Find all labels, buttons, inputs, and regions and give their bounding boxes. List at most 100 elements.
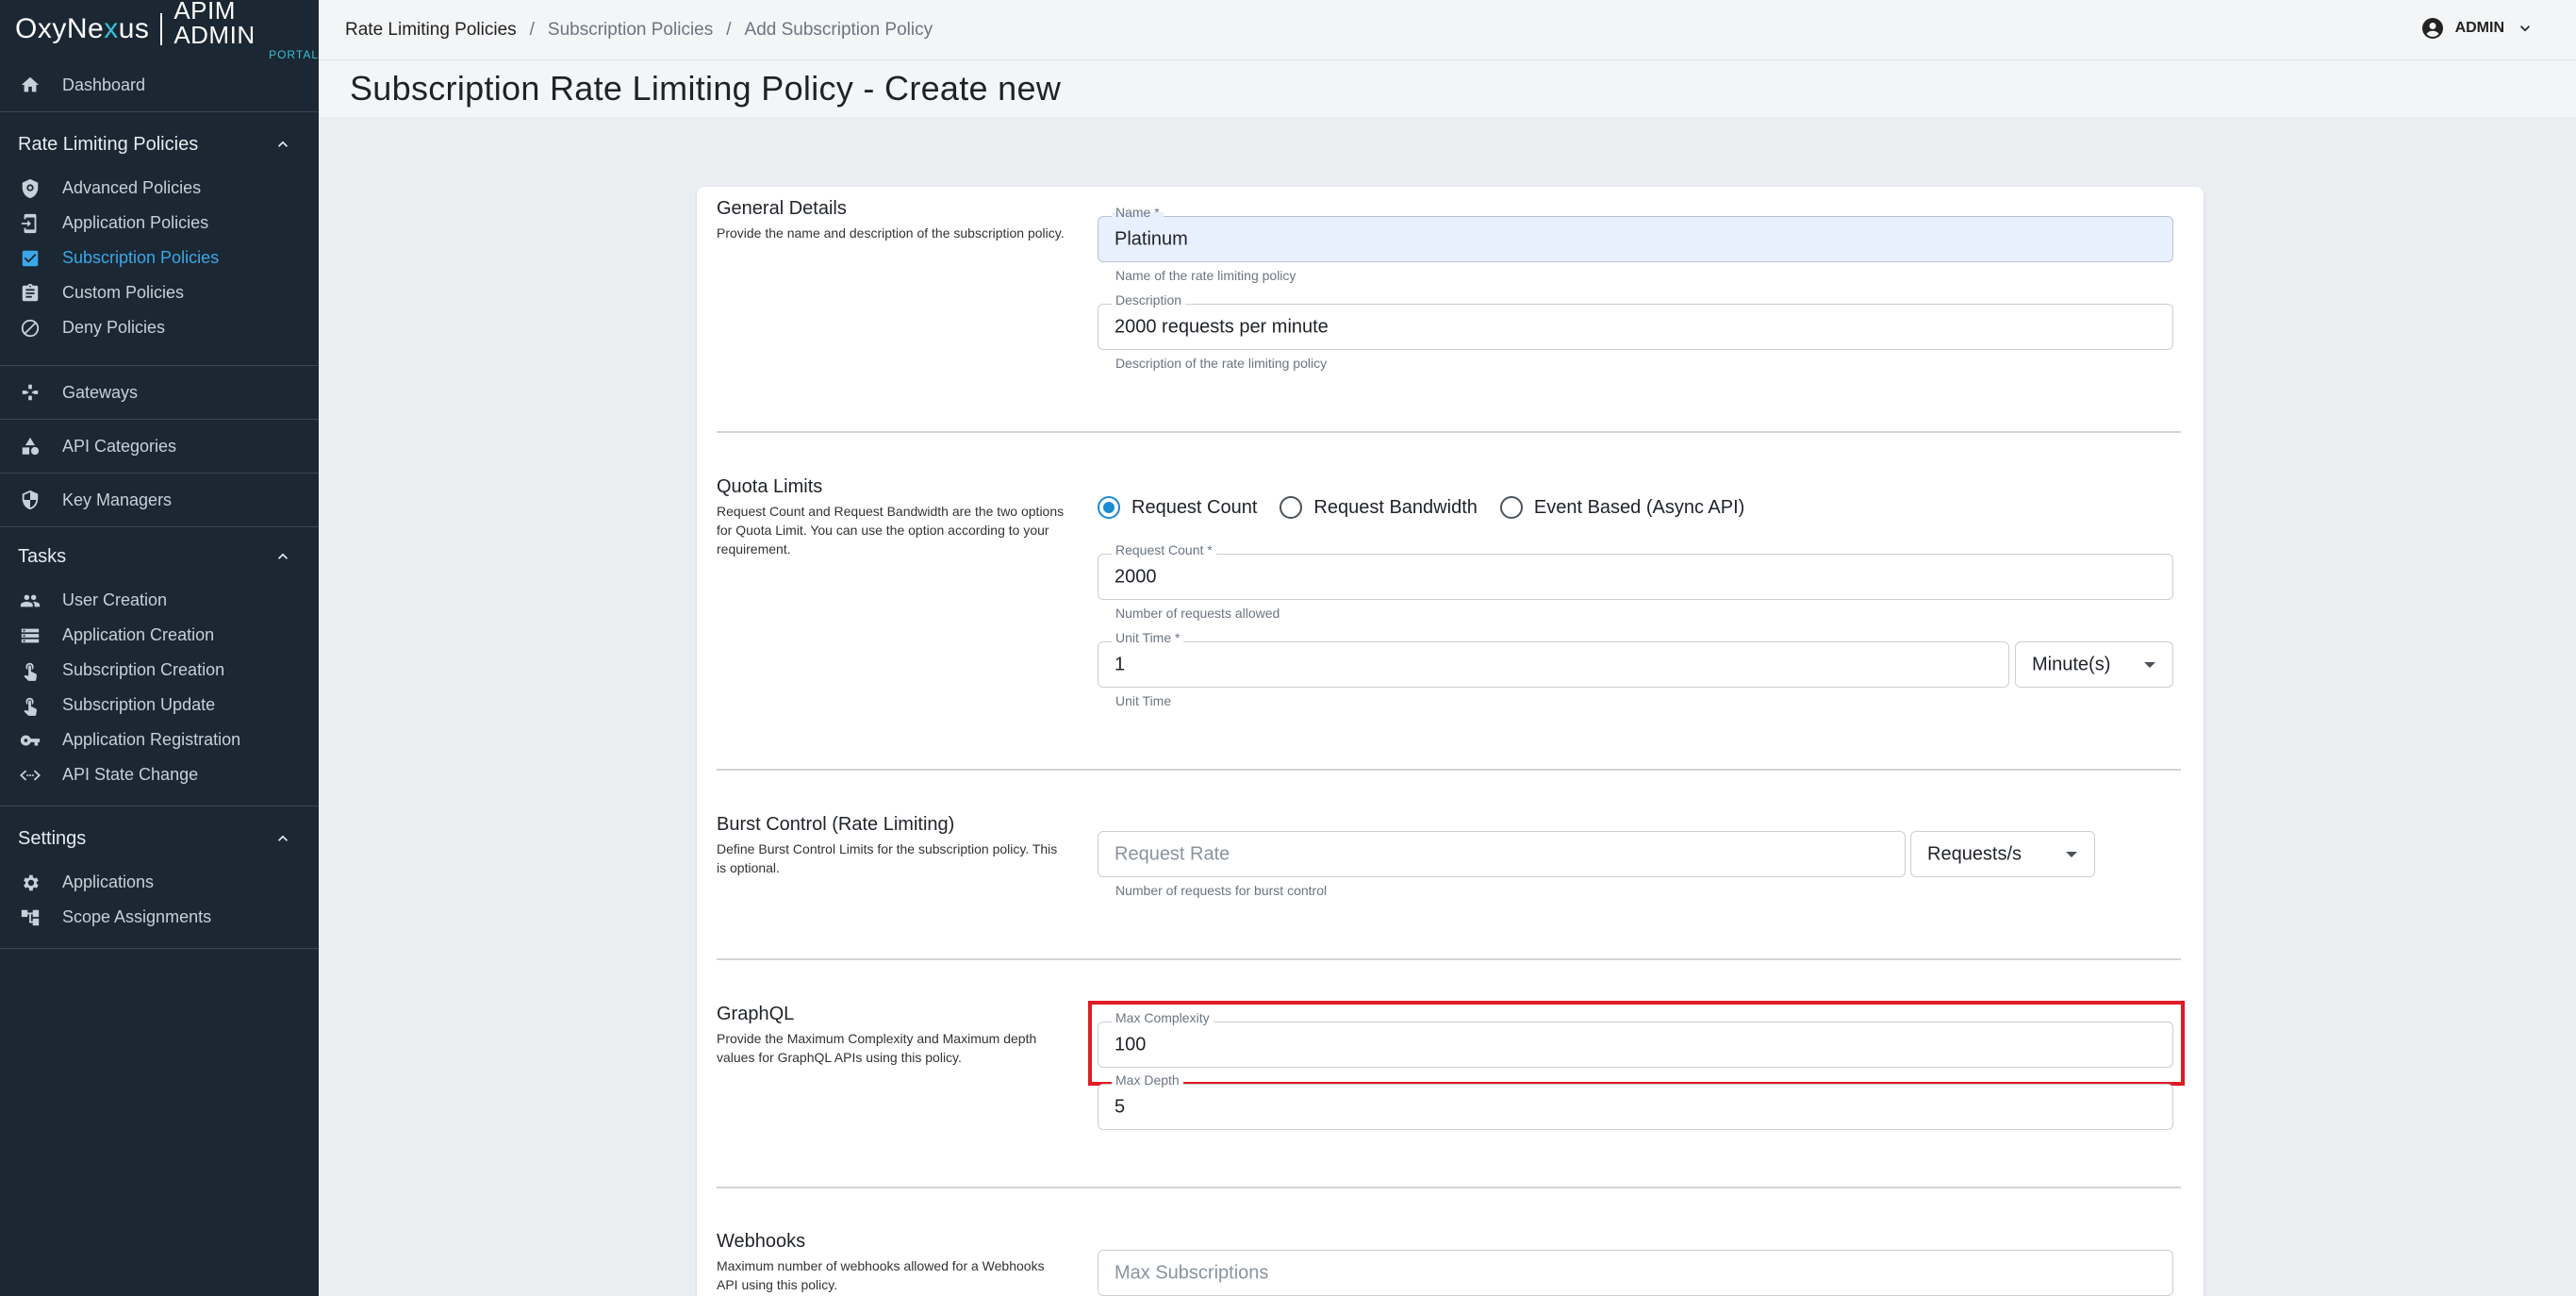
unit-time-helper: Unit Time: [1115, 693, 1172, 708]
chevron-up-icon: [278, 835, 288, 841]
user-menu[interactable]: ADMIN: [2421, 17, 2535, 40]
sidebar-item-api-state-change[interactable]: API State Change: [0, 757, 319, 792]
request-count-field[interactable]: Request Count * 2000: [1098, 542, 2173, 600]
key-icon: [19, 729, 41, 752]
name-value: Platinum: [1115, 228, 1188, 249]
unit-time-select-value: Minute(s): [2032, 654, 2111, 674]
people-icon: [19, 590, 41, 612]
radio-request-count[interactable]: Request Count: [1098, 496, 1257, 519]
max-complexity-label: Max Complexity: [1112, 1010, 1214, 1025]
max-depth-value: 5: [1115, 1096, 1126, 1117]
sidebar-item-advanced-policies[interactable]: Advanced Policies: [0, 171, 319, 206]
request-rate-placeholder: Request Rate: [1115, 843, 1230, 864]
checkbox-icon: [19, 247, 41, 270]
unit-time-field[interactable]: Unit Time * 1: [1098, 630, 2009, 688]
request-count-label: Request Count *: [1112, 542, 1216, 557]
chevron-up-icon: [278, 553, 288, 559]
description-label: Description: [1112, 292, 1186, 307]
sidebar-item-subscription-creation[interactable]: Subscription Creation: [0, 653, 319, 688]
shield-settings-icon: [19, 177, 41, 200]
gear-icon: [19, 872, 41, 894]
breadcrumb-add-subscription-policy: Add Subscription Policy: [744, 19, 933, 40]
breadcrumb: Rate Limiting Policies / Subscription Po…: [345, 20, 933, 41]
sidebar-item-label: Dashboard: [62, 75, 146, 94]
general-details-title: General Details: [717, 198, 847, 219]
request-rate-field[interactable]: Request Rate: [1098, 831, 1906, 877]
touch-icon: [19, 694, 41, 717]
request-rate-unit-select[interactable]: Requests/s: [1910, 831, 2095, 877]
description-helper: Description of the rate limiting policy: [1115, 356, 1328, 371]
brand-logo[interactable]: OxyNexus APIM ADMIN PORTAL: [0, 0, 319, 61]
section-divider: [717, 958, 2181, 960]
max-complexity-value: 100: [1115, 1034, 1147, 1055]
chevron-down-icon: [2520, 25, 2530, 32]
webhooks-title: Webhooks: [717, 1231, 806, 1252]
unit-time-select[interactable]: Minute(s): [2015, 641, 2173, 688]
radio-request-bandwidth[interactable]: Request Bandwidth: [1280, 496, 1478, 519]
graphql-description: Provide the Maximum Complexity and Maxim…: [717, 1031, 1037, 1065]
section-divider: [717, 1187, 2181, 1188]
sidebar-item-custom-policies[interactable]: Custom Policies: [0, 275, 319, 310]
breadcrumb-subscription-policies[interactable]: Subscription Policies: [548, 20, 713, 41]
top-bar: Rate Limiting Policies / Subscription Po…: [319, 0, 2576, 60]
general-details-description: Provide the name and description of the …: [717, 225, 1065, 241]
max-complexity-field[interactable]: Max Complexity 100: [1098, 1010, 2173, 1068]
sidebar-item-api-categories[interactable]: API Categories: [0, 420, 319, 473]
breadcrumb-separator: /: [529, 19, 535, 40]
request-rate-helper: Number of requests for burst control: [1115, 883, 1328, 898]
sidebar-item-applications[interactable]: Applications: [0, 865, 319, 900]
name-helper: Name of the rate limiting policy: [1115, 268, 1296, 283]
max-depth-field[interactable]: Max Depth 5: [1098, 1072, 2173, 1130]
unit-time-label: Unit Time *: [1112, 630, 1184, 645]
code-icon: [19, 764, 41, 787]
page-title: Subscription Rate Limiting Policy - Crea…: [350, 69, 1062, 108]
max-subscriptions-field[interactable]: Max Subscriptions: [1098, 1250, 2173, 1296]
section-rate-limiting[interactable]: Rate Limiting Policies: [0, 118, 319, 171]
portal-title: APIM ADMIN PORTAL: [173, 0, 319, 61]
category-icon: [19, 435, 41, 457]
touch-icon: [19, 659, 41, 682]
policy-form-card: General Details Provide the name and des…: [697, 187, 2204, 1296]
unit-time-value: 1: [1115, 654, 1126, 674]
account-tree-icon: [19, 906, 41, 929]
sidebar-item-dashboard[interactable]: Dashboard: [0, 58, 319, 111]
sidebar-item-deny-policies[interactable]: Deny Policies: [0, 310, 319, 345]
burst-control-description: Define Burst Control Limits for the subs…: [717, 841, 1058, 875]
radio-event-based[interactable]: Event Based (Async API): [1499, 496, 1744, 519]
account-circle-icon: [2421, 18, 2443, 39]
breadcrumb-rate-limiting-policies[interactable]: Rate Limiting Policies: [345, 20, 517, 41]
user-name: ADMIN: [2454, 20, 2504, 36]
divider: [0, 526, 319, 527]
app-login-icon: [19, 212, 41, 235]
dropdown-arrow-icon: [2066, 851, 2077, 857]
sidebar-item-subscription-update[interactable]: Subscription Update: [0, 688, 319, 723]
sidebar-item-application-policies[interactable]: Application Policies: [0, 206, 319, 241]
shield-icon: [19, 489, 41, 511]
home-icon: [19, 74, 41, 96]
block-icon: [19, 317, 41, 340]
section-tasks[interactable]: Tasks: [0, 530, 319, 583]
sidebar-item-key-managers[interactable]: Key Managers: [0, 474, 319, 526]
sidebar-item-user-creation[interactable]: User Creation: [0, 583, 319, 618]
name-field[interactable]: Name * Platinum: [1098, 205, 2173, 262]
chevron-up-icon: [278, 141, 288, 147]
sidebar-item-gateways[interactable]: Gateways: [0, 366, 319, 419]
section-divider: [717, 769, 2181, 771]
storage-icon: [19, 624, 41, 647]
logo-text: OxyNexus: [15, 13, 150, 44]
radio-unchecked-icon: [1280, 496, 1303, 519]
sidebar-item-subscription-policies[interactable]: Subscription Policies: [0, 241, 319, 275]
graphql-title: GraphQL: [717, 1004, 795, 1024]
sidebar-item-application-registration[interactable]: Application Registration: [0, 723, 319, 757]
name-label: Name *: [1112, 205, 1164, 220]
request-rate-unit-value: Requests/s: [1927, 843, 2023, 864]
section-settings[interactable]: Settings: [0, 812, 319, 865]
gateway-icon: [19, 381, 41, 404]
quota-limits-description: Request Count and Request Bandwidth are …: [717, 504, 1065, 557]
max-subscriptions-placeholder: Max Subscriptions: [1115, 1262, 1269, 1283]
radio-checked-icon: [1098, 496, 1120, 519]
description-field[interactable]: Description 2000 requests per minute: [1098, 292, 2173, 350]
sidebar-item-application-creation[interactable]: Application Creation: [0, 618, 319, 653]
breadcrumb-separator: /: [726, 19, 732, 40]
sidebar-item-scope-assignments[interactable]: Scope Assignments: [0, 900, 319, 935]
